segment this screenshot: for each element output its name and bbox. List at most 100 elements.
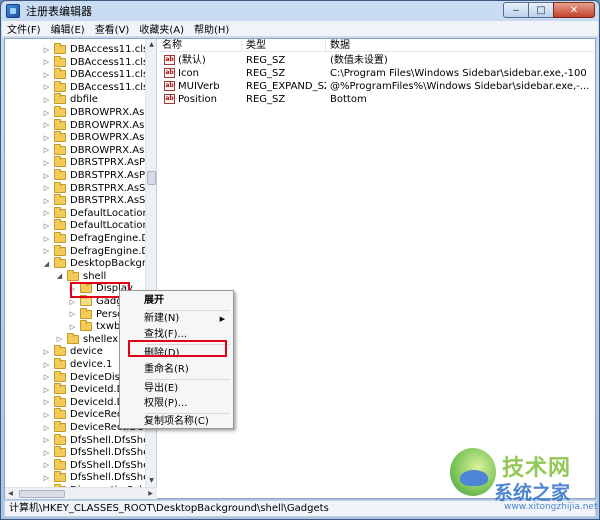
tree-node[interactable]: ▷ DefragEngine.DefragE	[42, 232, 156, 245]
tree-expander-icon[interactable]: ▷	[68, 310, 77, 319]
menu-item-export[interactable]: 导出(E)	[122, 382, 231, 396]
tree-node[interactable]: ▷ DefaultLocationApi.1	[42, 219, 156, 232]
tree-node[interactable]: ▷ device	[42, 345, 103, 358]
column-header-data[interactable]: 数据	[326, 39, 595, 52]
tree-node[interactable]: ▷ DBAccess11.clsXmlFil	[42, 80, 156, 94]
tree-node[interactable]: ◢ DesktopBackground	[42, 257, 156, 270]
tree-expander-icon[interactable]: ▷	[42, 221, 51, 230]
folder-icon	[54, 383, 66, 395]
tree-expander-icon[interactable]: ▷	[42, 133, 51, 142]
tree-expander-icon[interactable]: ▷	[42, 70, 51, 79]
tree-expander-icon[interactable]: ▷	[42, 473, 51, 482]
tree-node-label: DBROWPRX.AsServer	[70, 132, 156, 144]
scroll-left-arrow-icon[interactable]: ◀	[5, 488, 16, 499]
tree-expander-icon[interactable]: ▷	[68, 297, 77, 306]
menu-item-copy-key-name[interactable]: 复制项名称(C)	[122, 415, 231, 429]
tree-horizontal-scrollbar[interactable]: ◀ ▶	[5, 487, 157, 499]
tree-expander-icon[interactable]: ▷	[42, 196, 51, 205]
tree-vscroll-thumb[interactable]	[147, 171, 156, 185]
scroll-right-arrow-icon[interactable]: ▶	[145, 488, 156, 499]
tree-expander-icon[interactable]: ▷	[42, 360, 51, 369]
string-value-icon: ab	[164, 94, 175, 104]
list-item[interactable]: ab Icon REG_SZ C:\Program Files\Windows Sid…	[158, 67, 595, 80]
window-title: 注册表编辑器	[26, 5, 92, 18]
client-area: ▷ DBAccess11.clsAdoTc ▷ DBAccess11.clsDaoTo…	[4, 38, 596, 499]
tree-node[interactable]: ▷ DBROWPRX.AsProxy.1	[42, 118, 156, 132]
tree-expander-icon[interactable]: ▷	[42, 146, 51, 155]
tree-node[interactable]: ▷ DBAccess11.clsDBToc	[42, 68, 156, 81]
tree-node[interactable]: ▷ DBROWPRX.AsProxy	[42, 106, 156, 119]
tree-expander-icon[interactable]: ▷	[42, 385, 51, 394]
tree-node[interactable]: ▷ DBRSTPRX.AsProxy	[42, 156, 156, 169]
menu-item-new[interactable]: 新建(N) ▶	[122, 312, 231, 326]
menu-item-permissions[interactable]: 权限(P)...	[122, 397, 231, 411]
tree-expander-icon[interactable]: ▷	[42, 158, 51, 167]
tree-node[interactable]: ▷ DBRSTPRX.AsServer	[42, 181, 156, 195]
tree-expander-icon[interactable]: ▷	[42, 184, 51, 193]
tree-node[interactable]: ▷ DfsShell.DfsShellAdm	[42, 471, 156, 484]
menu-favorites[interactable]: 收藏夹(A)	[134, 21, 189, 36]
tree-expander-icon[interactable]: ▷	[42, 121, 51, 130]
tree-expander-icon[interactable]: ▷	[42, 234, 51, 243]
tree-expander-icon[interactable]: ▷	[42, 347, 51, 356]
tree-expander-icon[interactable]: ▷	[42, 461, 51, 470]
maximize-button[interactable]: □	[528, 2, 554, 18]
folder-icon	[54, 471, 66, 483]
tree-expander-icon[interactable]: ▷	[42, 448, 51, 457]
tree-expander-icon[interactable]: ▷	[42, 95, 51, 104]
tree-expander-icon[interactable]: ▷	[42, 423, 51, 432]
list-cell-name: (默认)	[178, 55, 206, 66]
tree-node-label: DBAccess11.clsDBToc	[70, 69, 156, 81]
tree-expander-icon[interactable]: ▷	[42, 398, 51, 407]
tree-expander-icon[interactable]: ▷	[42, 45, 51, 54]
tree-node[interactable]: ▷ device.1	[42, 358, 112, 371]
menu-edit[interactable]: 编辑(E)	[46, 21, 90, 36]
column-header-type[interactable]: 类型	[242, 39, 326, 52]
tree-expander-icon[interactable]: ▷	[42, 410, 51, 419]
tree-node[interactable]: ◢ shell	[55, 269, 106, 283]
tree-node[interactable]: ▷ DBAccess11.clsAdoTc	[42, 43, 156, 56]
tree-node[interactable]: ▷ DBROWPRX.AsServer	[42, 131, 156, 144]
tree-node[interactable]: ▷ DBRSTPRX.AsServer.1	[42, 194, 156, 207]
menu-item-expand[interactable]: 展开	[122, 294, 231, 308]
tree-expander-icon[interactable]: ▷	[42, 58, 51, 67]
menu-view[interactable]: 查看(V)	[90, 21, 135, 36]
tree-expander-icon[interactable]: ▷	[42, 247, 51, 256]
tree-node[interactable]: ▷ shellex	[55, 332, 118, 346]
tree-hscroll-thumb[interactable]	[19, 490, 65, 498]
tree-expander-icon[interactable]: ▷	[42, 83, 51, 92]
tree-node[interactable]: ▷ DfsShell.DfsShel	[42, 433, 152, 447]
tree-expander-icon[interactable]: ▷	[42, 373, 51, 382]
minimize-button[interactable]: ‒	[503, 2, 529, 18]
tree-expander-icon[interactable]: ◢	[42, 259, 51, 268]
tree-expander-icon[interactable]: ▷	[42, 171, 51, 180]
tree-node[interactable]: ▷ DBROWPRX.AsServer.	[42, 143, 156, 157]
regedit-app-icon	[6, 4, 20, 18]
tree-node[interactable]: ▷ DfsShell.DfsShell.1	[42, 446, 156, 459]
column-header-name[interactable]: 名称	[158, 39, 242, 52]
list-item[interactable]: ab Position REG_SZ Bottom	[158, 93, 595, 106]
folder-icon	[54, 43, 66, 54]
tree-node[interactable]: ▷ DefragEngine.DefragE	[42, 244, 156, 258]
tree-node[interactable]: ▷ DfsShell.DfsShellAdm	[42, 458, 156, 472]
folder-icon	[54, 169, 66, 180]
close-button[interactable]: ✕	[553, 2, 595, 18]
tree-node[interactable]: ▷ DBRSTPRX.AsProxy.1	[42, 169, 156, 182]
tree-node[interactable]: ▷ dbfile	[42, 93, 98, 106]
tree-node[interactable]: ▷ DBAccess11.clsDaoTo	[42, 55, 156, 69]
menu-file[interactable]: 文件(F)	[2, 21, 46, 36]
list-item[interactable]: ab MUIVerb REG_EXPAND_SZ @%ProgramFiles%\Wi…	[158, 80, 595, 93]
menu-item-rename[interactable]: 重命名(R)	[122, 363, 231, 377]
tree-expander-icon[interactable]: ◢	[55, 272, 64, 281]
tree-expander-icon[interactable]: ▷	[42, 209, 51, 218]
menu-item-copy-key-name-label: 复制项名称(C)	[144, 416, 209, 427]
scroll-down-arrow-icon[interactable]: ▼	[146, 475, 156, 486]
tree-expander-icon[interactable]: ▷	[42, 108, 51, 117]
scroll-up-arrow-icon[interactable]: ▲	[146, 39, 156, 50]
tree-expander-icon[interactable]: ▷	[55, 335, 64, 344]
list-item[interactable]: ab (默认) REG_SZ (数值未设置)	[158, 54, 595, 67]
menu-help[interactable]: 帮助(H)	[189, 21, 234, 36]
tree-expander-icon[interactable]: ▷	[42, 436, 51, 445]
tree-expander-icon[interactable]: ▷	[68, 322, 77, 331]
tree-node[interactable]: ▷ DefaultLocationApi	[42, 206, 156, 220]
